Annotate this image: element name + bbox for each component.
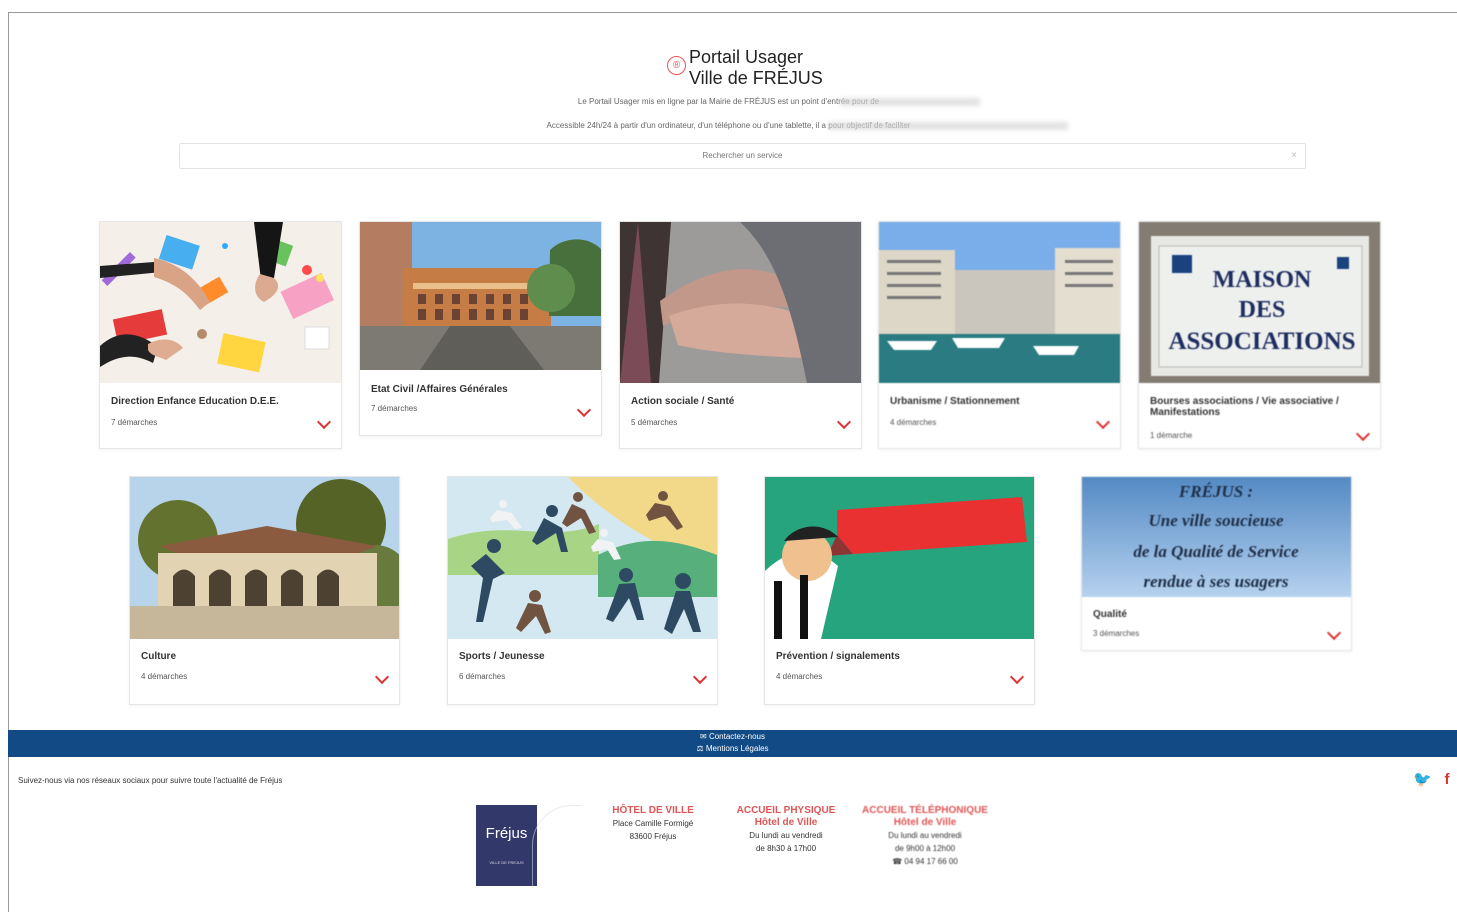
quality-line-2: Une ville soucieuse <box>1148 511 1283 530</box>
town-hall-image <box>360 222 601 370</box>
card-title: Sports / Jeunesse <box>459 651 545 662</box>
search-placeholder: Rechercher un service <box>702 151 783 160</box>
urbanism-image <box>879 222 1120 383</box>
blurred-text-1 <box>840 98 980 106</box>
town-hall-line-2: 83600 Fréjus <box>629 832 677 841</box>
intro-text-2: Accessible 24h/24 à partir d'un ordinate… <box>546 121 911 130</box>
service-card-culture[interactable]: Culture 4 démarches <box>129 476 400 705</box>
social-care-image <box>620 222 861 383</box>
card-title: Bourses associations / Vie associative /… <box>1150 396 1339 418</box>
service-card-urbanism[interactable]: Urbanisme / Stationnement 4 démarches <box>878 221 1121 449</box>
clear-search-icon[interactable]: × <box>1291 144 1297 168</box>
page-title: Portail Usager Ville de FRÉJUS <box>689 47 823 89</box>
chevron-down-icon[interactable] <box>1095 414 1111 430</box>
card-title: Prévention / signalements <box>776 651 900 662</box>
frejus-logo: Fréjus VILLE DE FREJUS <box>476 805 537 886</box>
service-card-quality[interactable]: FRÉJUS : Une ville soucieuse de la Quali… <box>1081 476 1352 651</box>
card-title: Direction Enfance Education D.E.E. <box>111 396 279 407</box>
culture-image <box>130 477 399 639</box>
card-title: Qualité <box>1093 609 1127 620</box>
intro-text-1: Le Portail Usager mis en ligne par la Ma… <box>577 97 880 106</box>
card-count: 6 démarches <box>459 672 506 681</box>
logo-subtext: VILLE DE FREJUS <box>489 860 524 865</box>
town-hall-title: HÔTEL DE VILLE <box>612 805 694 816</box>
chevron-down-icon[interactable] <box>1326 625 1342 641</box>
physical-reception-subtitle: Hôtel de Ville <box>754 817 818 828</box>
physical-reception-title: ACCUEIL PHYSIQUE <box>736 805 836 816</box>
card-count: 4 démarches <box>890 418 937 427</box>
contact-link[interactable]: ✉ Contactez-nous <box>8 732 1457 741</box>
chevron-down-icon[interactable] <box>692 669 708 685</box>
phone-reception-hours: de 9h00 à 12h00 <box>894 844 956 853</box>
phone-reception-title: ACCUEIL TÉLÉPHONIQUE <box>862 805 988 816</box>
town-hall-line-1: Place Camille Formigé <box>612 819 694 828</box>
sign-line-3: ASSOCIATIONS <box>1168 328 1355 355</box>
chevron-down-icon[interactable] <box>316 414 332 430</box>
title-line-2: Ville de FRÉJUS <box>689 68 823 88</box>
chevron-down-icon[interactable] <box>1009 669 1025 685</box>
card-title: Culture <box>141 651 176 662</box>
chevron-down-icon[interactable] <box>576 402 592 418</box>
service-card-education[interactable]: Direction Enfance Education D.E.E. 7 dém… <box>99 221 342 449</box>
logo-name: Fréjus <box>485 825 528 842</box>
title-line-1: Portail Usager <box>689 47 804 67</box>
social-media-text: Suivez-nous via nos réseaux sociaux pour… <box>18 776 283 785</box>
card-count: 7 démarches <box>111 418 158 427</box>
phone-number[interactable]: ☎ 04 94 17 66 00 <box>855 855 995 868</box>
service-card-associations[interactable]: MAISON DES ASSOCIATIONS Bourses associat… <box>1138 221 1381 449</box>
sign-line-1: MAISON <box>1213 267 1312 293</box>
service-card-social[interactable]: Action sociale / Santé 5 démarches <box>619 221 862 449</box>
card-count: 5 démarches <box>631 418 678 427</box>
portal-logo-icon: ® <box>667 56 686 75</box>
twitter-icon[interactable]: 🐦 <box>1413 772 1432 788</box>
chevron-down-icon[interactable] <box>1355 426 1371 442</box>
card-count: 1 démarche <box>1150 431 1193 440</box>
chevron-down-icon[interactable] <box>836 414 852 430</box>
card-count: 3 démarches <box>1093 629 1140 638</box>
card-title: Etat Civil /Affaires Générales <box>371 384 508 395</box>
search-input[interactable]: Rechercher un service × <box>179 143 1306 169</box>
phone-reception-subtitle: Hôtel de Ville <box>893 817 957 828</box>
card-title: Urbanisme / Stationnement <box>890 396 1020 407</box>
prevention-image <box>765 477 1034 639</box>
sports-image <box>448 477 717 639</box>
service-card-sports[interactable]: Sports / Jeunesse 6 démarches <box>447 476 718 705</box>
facebook-icon[interactable]: f <box>1439 772 1455 788</box>
physical-reception-days: Du lundi au vendredi <box>749 831 823 840</box>
card-title: Action sociale / Santé <box>631 396 735 407</box>
physical-reception-hours: de 8h30 à 17h00 <box>755 844 817 853</box>
legal-notice-link[interactable]: ⚖ Mentions Légales <box>8 744 1457 753</box>
quality-line-4: rendue à ses usagers <box>1144 572 1289 591</box>
phone-reception-days: Du lundi au vendredi <box>888 831 962 840</box>
chevron-down-icon[interactable] <box>374 669 390 685</box>
card-count: 4 démarches <box>776 672 823 681</box>
quality-line-3: de la Qualité de Service <box>1133 542 1299 561</box>
phone-reception: ACCUEIL TÉLÉPHONIQUE Hôtel de Ville Du l… <box>855 805 995 868</box>
footer-link-bar: ✉ Contactez-nous ⚖ Mentions Légales <box>8 730 1457 757</box>
card-count: 4 démarches <box>141 672 188 681</box>
physical-reception: ACCUEIL PHYSIQUE Hôtel de Ville Du lundi… <box>732 805 840 855</box>
service-card-civil[interactable]: Etat Civil /Affaires Générales 7 démarch… <box>359 221 602 436</box>
association-sign-image: MAISON DES ASSOCIATIONS <box>1139 222 1380 383</box>
service-card-prevention[interactable]: Prévention / signalements 4 démarches <box>764 476 1035 705</box>
town-hall-address: HÔTEL DE VILLE Place Camille Formigé 836… <box>602 805 704 843</box>
education-image <box>100 222 341 383</box>
quality-image: FRÉJUS : Une ville soucieuse de la Quali… <box>1082 477 1351 597</box>
blurred-text-2 <box>828 122 1068 130</box>
quality-line-1: FRÉJUS : <box>1178 482 1253 501</box>
card-count: 7 démarches <box>371 404 418 413</box>
sign-line-2: DES <box>1239 297 1286 323</box>
